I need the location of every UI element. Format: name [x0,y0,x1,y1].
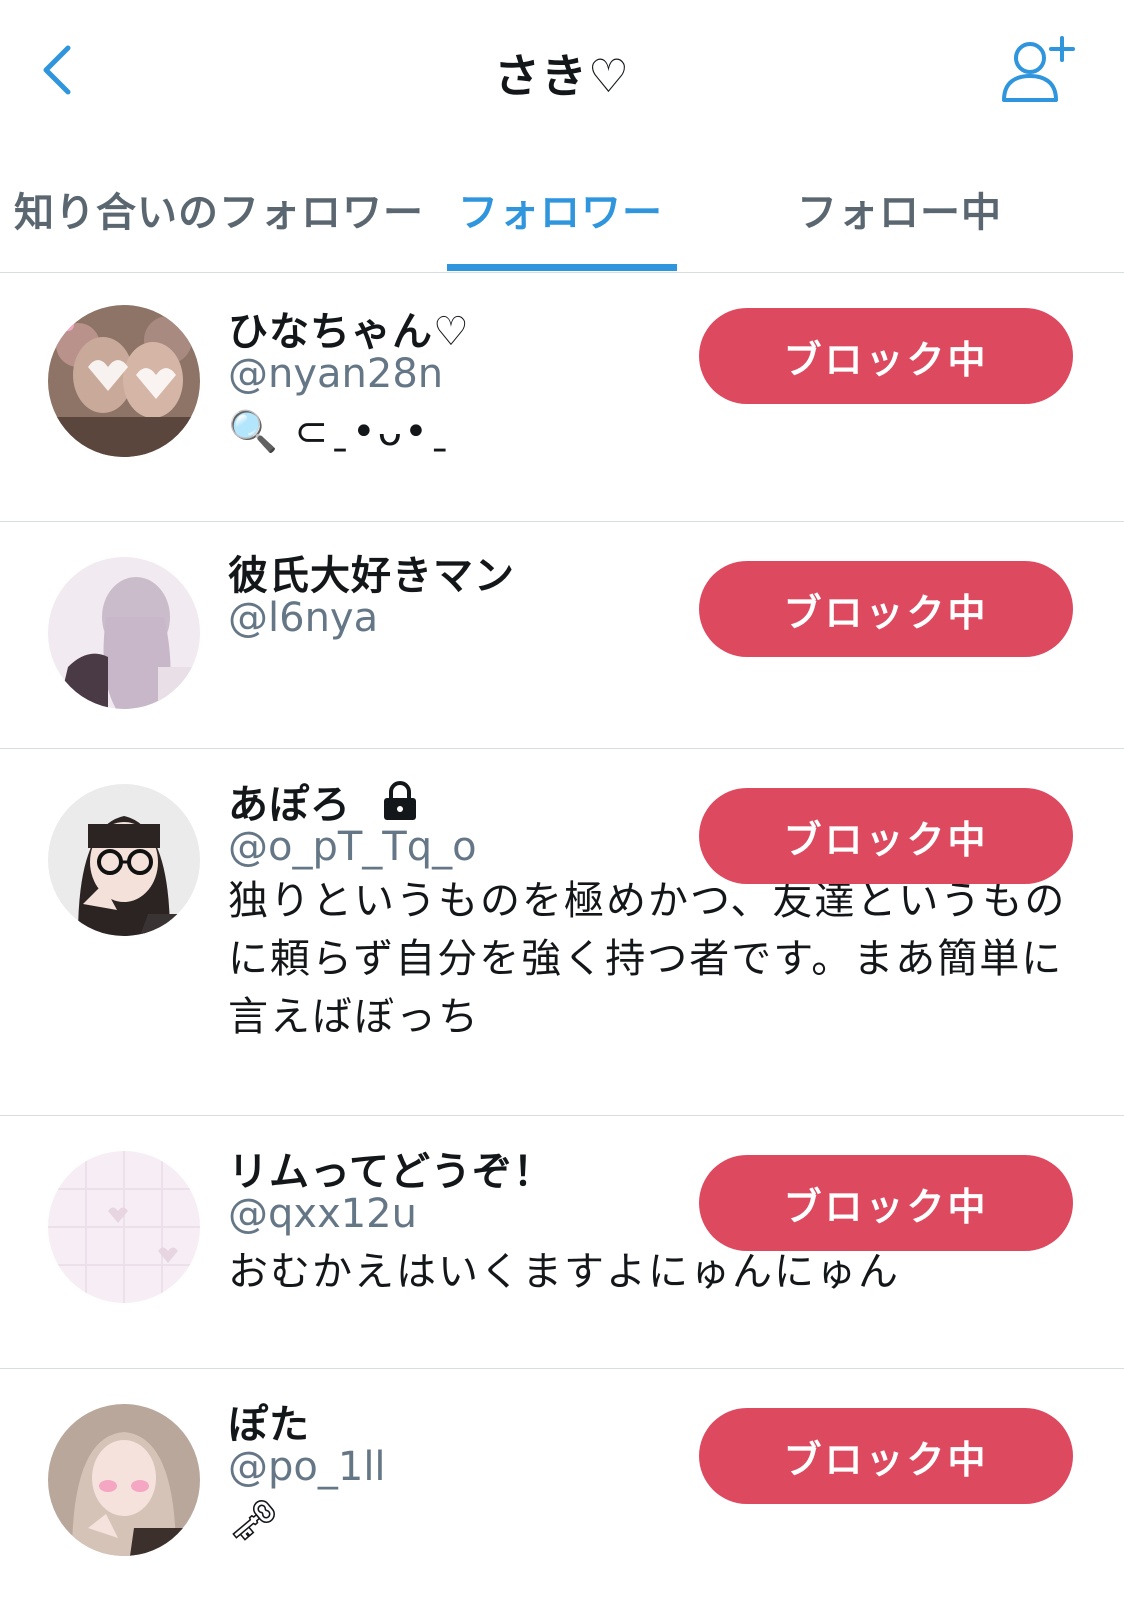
avatar [48,1151,200,1303]
user-bio: おむかえはいくますよにゅんにゅん [228,1249,900,1295]
tab-following[interactable]: フォロー中 [797,180,1002,238]
page-title: さき♡ [493,49,631,103]
user-handle: @o_pT_Tq_o [228,824,477,870]
blocked-button[interactable]: ブロック中 [699,788,1073,884]
nav-bar: さき♡ [0,0,1124,140]
user-handle: @qxx12u [228,1191,417,1237]
user-name: あぽろ [228,772,420,830]
user-bio: 🔍 ⊂ˍ•ᴗ•ˍ [228,409,452,455]
blocked-button[interactable]: ブロック中 [699,1155,1073,1251]
avatar [48,784,200,936]
tab-followers[interactable]: フォロワー [458,180,663,238]
blocked-button[interactable]: ブロック中 [699,561,1073,657]
list-item[interactable]: リムってどうぞ！ @qxx12u おむかえはいくますよにゅんにゅん ブロック中 [0,1115,1124,1369]
add-user-button[interactable] [1000,34,1082,106]
tab-bar: 知り合いのフォロワー フォロワー フォロー中 [0,160,1124,273]
list-item[interactable]: ぽた @po_1ll 🗝 ブロック中 [0,1368,1124,1617]
user-bio: 独りというものを極めかつ、友達というものに頼らず自分を強く持つ者です。まあ簡単に… [228,878,1067,1040]
tab-known-followers[interactable]: 知り合いのフォロワー [14,180,424,238]
add-user-icon [1002,36,1075,102]
user-handle: @nyan28n [228,351,444,397]
user-name: 彼氏大好きマン [228,553,515,599]
user-handle: @po_1ll [228,1444,386,1490]
list-item[interactable]: 彼氏大好きマン @l6nya ブロック中 [0,521,1124,749]
avatar [48,557,200,709]
lock-icon [383,781,416,820]
active-tab-indicator [447,264,677,271]
user-name: ぽた [228,1402,310,1448]
blocked-button[interactable]: ブロック中 [699,308,1073,404]
user-bio: 🗝 [228,1498,281,1544]
user-handle: @l6nya [228,595,379,641]
blocked-button[interactable]: ブロック中 [699,1408,1073,1504]
list-item[interactable]: ひなちゃん♡ @nyan28n 🔍 ⊂ˍ•ᴗ•ˍ ブロック中 [0,273,1124,522]
user-name: ひなちゃん♡ [228,309,470,355]
user-name: リムってどうぞ！ [228,1149,554,1195]
list-item[interactable]: あぽろ @o_pT_Tq_o 独りというものを極めかつ、友達というものに頼らず自… [0,748,1124,1116]
avatar [48,1404,200,1556]
avatar [48,305,200,457]
